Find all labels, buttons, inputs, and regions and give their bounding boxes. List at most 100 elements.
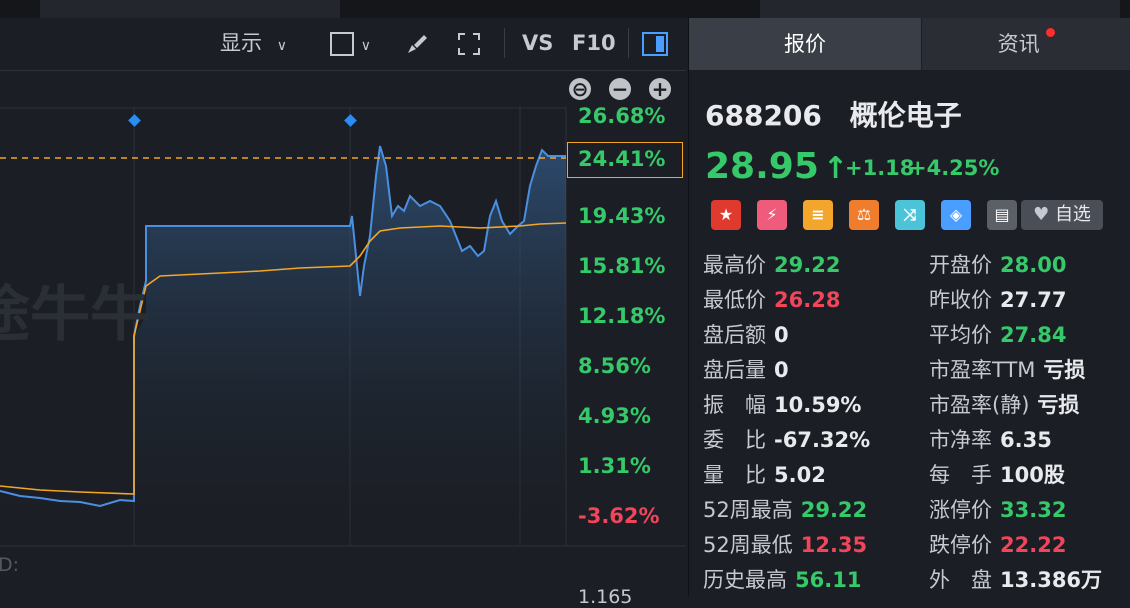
highlighted-price-box: 24.41% xyxy=(567,142,683,178)
stat-row: 昨收价 27.77 xyxy=(929,283,1066,317)
stat-label: 52周最低 xyxy=(703,533,793,557)
event-marker[interactable] xyxy=(344,114,357,127)
stat-label: 52周最高 xyxy=(703,498,793,522)
shuffle-icon[interactable]: ⤨ xyxy=(895,200,925,230)
stat-value: 29.22 xyxy=(774,253,841,277)
y-axis-label: 26.68% xyxy=(578,104,666,128)
stock-name: 概伦电子 xyxy=(849,99,962,132)
stat-value: 亏损 xyxy=(1037,393,1080,417)
zoom-out-icon[interactable]: − xyxy=(609,78,631,100)
intraday-chart[interactable]: 途牛牛 26.68% 19.43% 15.81% 12.18% 8.56% 4.93% 1.… xyxy=(0,104,686,608)
watermark: 途牛牛 xyxy=(0,280,150,350)
quote-panel: 报价 资讯 688206 概伦电子 28.95 ↑ +1.18 +4.25% ★ … xyxy=(688,18,1130,596)
stat-row: 盘后量 0 xyxy=(703,353,789,387)
y-axis-label: 19.43% xyxy=(578,204,666,228)
stat-label: 市净率 xyxy=(929,428,992,452)
stat-value: 26.28 xyxy=(774,288,841,312)
stat-label: 委 比 xyxy=(703,428,766,452)
stat-row: 最低价 26.28 xyxy=(703,283,840,317)
panel-toggle-button[interactable] xyxy=(642,28,668,58)
y-axis-label: 4.93% xyxy=(578,404,651,428)
stat-value: 56.11 xyxy=(795,568,862,592)
brush-button[interactable] xyxy=(404,28,430,58)
stat-label: 市盈率(静) xyxy=(929,393,1030,417)
square-icon xyxy=(330,32,354,56)
price-change-percent: +4.25% xyxy=(909,156,1000,180)
tab-news[interactable]: 资讯 xyxy=(922,18,1130,70)
stat-row: 市盈率TTM 亏损 xyxy=(929,353,1085,387)
event-marker[interactable] xyxy=(128,114,141,127)
y-axis-label: -3.62% xyxy=(578,504,660,528)
stat-row: 委 比 -67.32% xyxy=(703,423,870,457)
chart-panel: 显示 ∨ ∨ VS F10 ⊖ − + 牛牛 26.68% 19.43% 15.… xyxy=(0,18,686,608)
stat-label: 振 幅 xyxy=(703,393,766,417)
document-icon[interactable]: ▤ xyxy=(987,200,1017,230)
database-icon[interactable]: ≡ xyxy=(803,200,833,230)
vs-button[interactable]: VS xyxy=(522,28,553,58)
stat-value: 10.59% xyxy=(774,393,862,417)
stat-label: 涨停价 xyxy=(929,498,992,522)
drawing-box-dropdown[interactable]: ∨ xyxy=(330,28,371,58)
f10-button[interactable]: F10 xyxy=(572,28,616,58)
stat-row: 每 手 100股 xyxy=(929,458,1065,492)
stat-value: 6.35 xyxy=(1000,428,1052,452)
stat-label: 开盘价 xyxy=(929,253,992,277)
stat-row: 52周最高 29.22 xyxy=(703,493,867,527)
y-axis-label: 12.18% xyxy=(578,304,666,328)
stat-row: 历史最高 56.11 xyxy=(703,563,861,597)
stat-value: 亏损 xyxy=(1043,358,1086,382)
stat-row: 跌停价 22.22 xyxy=(929,528,1066,562)
toolbar-divider xyxy=(628,28,629,58)
stat-row: 52周最低 12.35 xyxy=(703,528,867,562)
window-tab[interactable] xyxy=(760,0,1120,18)
stat-value: 28.00 xyxy=(1000,253,1067,277)
y-axis-label: 1.31% xyxy=(578,454,651,478)
watchlist-button[interactable]: ♥ 自选 xyxy=(1021,200,1103,230)
current-price: 28.95 ↑ xyxy=(705,146,848,187)
china-flag-icon[interactable]: ★ xyxy=(711,200,741,230)
chevron-down-icon: ∨ xyxy=(360,38,371,54)
stat-row: 最高价 29.22 xyxy=(703,248,840,282)
stat-row: 平均价 27.84 xyxy=(929,318,1066,352)
stat-row: 量 比 5.02 xyxy=(703,458,826,492)
tab-news-label: 资讯 xyxy=(997,32,1040,56)
price-change: +1.18 xyxy=(845,156,915,180)
margin-trading-icon[interactable]: ⚡ xyxy=(757,200,787,230)
fullscreen-button[interactable] xyxy=(456,28,482,58)
stat-value: 5.02 xyxy=(774,463,826,487)
stat-row: 开盘价 28.00 xyxy=(929,248,1066,282)
zoom-in-icon[interactable]: + xyxy=(649,78,671,100)
fullscreen-icon xyxy=(458,33,480,55)
stat-value: 27.84 xyxy=(1000,323,1067,347)
stat-label: 最高价 xyxy=(703,253,766,277)
stat-value: 33.32 xyxy=(1000,498,1067,522)
stat-value: 0 xyxy=(774,358,789,382)
display-label: 显示 xyxy=(220,31,262,55)
stat-label: 盘后量 xyxy=(703,358,766,382)
display-dropdown[interactable]: 显示 ∨ xyxy=(220,28,287,58)
stat-label: 跌停价 xyxy=(929,533,992,557)
stat-value: 27.77 xyxy=(1000,288,1067,312)
window-tab[interactable] xyxy=(40,0,340,18)
stat-value: 12.35 xyxy=(800,533,868,557)
stat-label: 盘后额 xyxy=(703,323,766,347)
tab-quote[interactable]: 报价 xyxy=(689,18,921,70)
stat-row: 市盈率(静) 亏损 xyxy=(929,388,1079,422)
stat-label: 量 比 xyxy=(703,463,766,487)
stat-label: 历史最高 xyxy=(703,568,787,592)
price-value: 28.95 xyxy=(705,146,819,187)
balance-scale-icon[interactable]: ⚖ xyxy=(849,200,879,230)
stat-row: 涨停价 33.32 xyxy=(929,493,1066,527)
stock-header: 688206 概伦电子 xyxy=(705,94,962,134)
stat-label: 昨收价 xyxy=(929,288,992,312)
stat-label: 市盈率TTM xyxy=(929,358,1036,382)
zoom-reset-icon[interactable]: ⊖ xyxy=(569,78,591,100)
highlighted-price-label: 24.41% xyxy=(578,147,666,171)
stat-label: 每 手 xyxy=(929,463,992,487)
stat-value: 22.22 xyxy=(1000,533,1067,557)
notification-dot xyxy=(1046,28,1056,37)
stat-value: 29.22 xyxy=(800,498,868,522)
tag-icon[interactable]: ◈ xyxy=(941,200,971,230)
indicator-value-partial: 1.165 xyxy=(578,586,633,608)
watchlist-label: 自选 xyxy=(1054,204,1091,225)
